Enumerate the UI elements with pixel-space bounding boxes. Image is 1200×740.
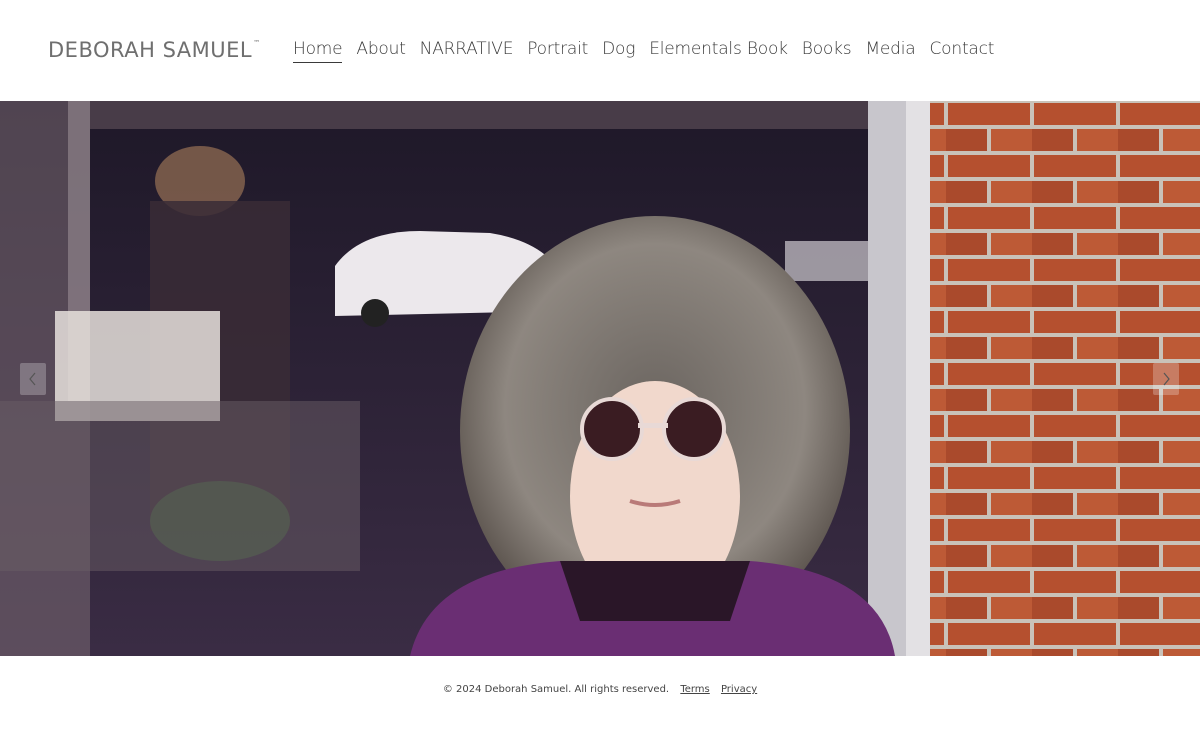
nav-elementals-book[interactable]: Elementals Book — [649, 39, 788, 63]
privacy-link[interactable]: Privacy — [721, 684, 757, 695]
slideshow-next-button[interactable] — [1153, 363, 1179, 395]
copyright-text: © 2024 Deborah Samuel. All rights reserv… — [442, 684, 670, 695]
nav-contact[interactable]: Contact — [930, 39, 995, 63]
nav-narrative[interactable]: NARRATIVE — [420, 39, 514, 63]
hero-slideshow — [0, 101, 1200, 656]
terms-link[interactable]: Terms — [680, 684, 709, 695]
nav-portrait[interactable]: Portrait — [527, 39, 588, 63]
site-footer: © 2024 Deborah Samuel. All rights reserv… — [0, 656, 1200, 740]
nav-home[interactable]: Home — [293, 39, 343, 63]
logo-text[interactable]: DEBORAH SAMUEL — [48, 38, 252, 62]
main-nav: Home About NARRATIVE Portrait Dog Elemen… — [293, 39, 1008, 63]
footer-content: © 2024 Deborah Samuel. All rights reserv… — [0, 684, 1200, 695]
hero-image — [0, 101, 1200, 656]
slideshow-prev-button[interactable] — [20, 363, 46, 395]
chevron-left-icon — [29, 372, 36, 386]
nav-dog[interactable]: Dog — [602, 39, 635, 63]
chevron-right-icon — [1163, 372, 1170, 386]
trademark-mark: ™ — [253, 39, 261, 47]
nav-media[interactable]: Media — [865, 39, 915, 63]
nav-about[interactable]: About — [356, 39, 405, 63]
site-logo[interactable]: DEBORAH SAMUEL™ — [48, 38, 261, 62]
site-header: DEBORAH SAMUEL™ Home About NARRATIVE Por… — [0, 0, 1200, 101]
nav-books[interactable]: Books — [802, 39, 852, 63]
